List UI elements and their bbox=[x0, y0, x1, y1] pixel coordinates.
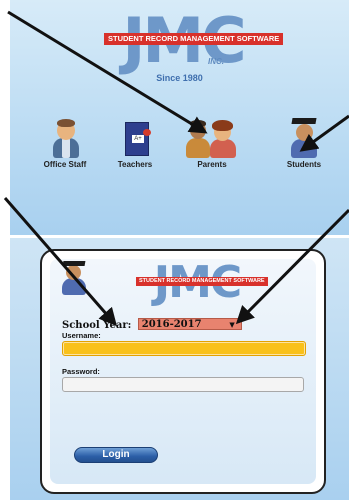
dropdown-arrow-icon: ▼ bbox=[229, 319, 235, 329]
portal-label: Office Staff bbox=[43, 160, 87, 169]
portal-label: Teachers bbox=[117, 160, 153, 169]
password-field[interactable] bbox=[62, 377, 304, 392]
student-graduate-icon bbox=[284, 118, 324, 158]
logo-inc: INC. bbox=[208, 57, 224, 66]
portal-label: Parents bbox=[197, 160, 227, 169]
logo-banner: STUDENT RECORD MANAGEMENT SOFTWARE bbox=[104, 33, 284, 45]
parents-icon bbox=[186, 118, 238, 158]
portal-parents[interactable]: Parents bbox=[177, 118, 247, 169]
jmc-logo: JMC STUDENT RECORD MANAGEMENT SOFTWARE bbox=[98, 6, 284, 76]
portal-label: Students bbox=[286, 160, 322, 169]
student-graduate-icon bbox=[58, 261, 90, 295]
portal-landing-panel: JMC STUDENT RECORD MANAGEMENT SOFTWARE I… bbox=[10, 0, 349, 235]
logo-banner: STUDENT RECORD MANAGEMENT SOFTWARE bbox=[136, 277, 268, 286]
username-label: Username: bbox=[62, 331, 101, 340]
office-staff-icon bbox=[45, 118, 85, 158]
school-year-select[interactable]: 2016-2017 ▼ bbox=[137, 317, 242, 330]
login-card-inner: JMC STUDENT RECORD MANAGEMENT SOFTWARE S… bbox=[50, 259, 316, 484]
school-year-value: 2016-2017 bbox=[141, 318, 202, 330]
jmc-logo: JMC STUDENT RECORD MANAGEMENT SOFTWARE bbox=[132, 261, 268, 305]
teacher-book-icon: A+ bbox=[115, 118, 155, 158]
password-label: Password: bbox=[62, 367, 100, 376]
portal-teachers[interactable]: A+ Teachers bbox=[100, 118, 170, 169]
since-text: Since 1980 bbox=[156, 73, 203, 83]
username-field[interactable] bbox=[62, 341, 306, 356]
portal-office-staff[interactable]: Office Staff bbox=[30, 118, 100, 169]
school-year-label: School Year: bbox=[62, 320, 132, 331]
portal-students[interactable]: Students bbox=[269, 118, 339, 169]
login-button[interactable]: Login bbox=[74, 447, 158, 463]
login-card: JMC STUDENT RECORD MANAGEMENT SOFTWARE S… bbox=[40, 249, 326, 494]
